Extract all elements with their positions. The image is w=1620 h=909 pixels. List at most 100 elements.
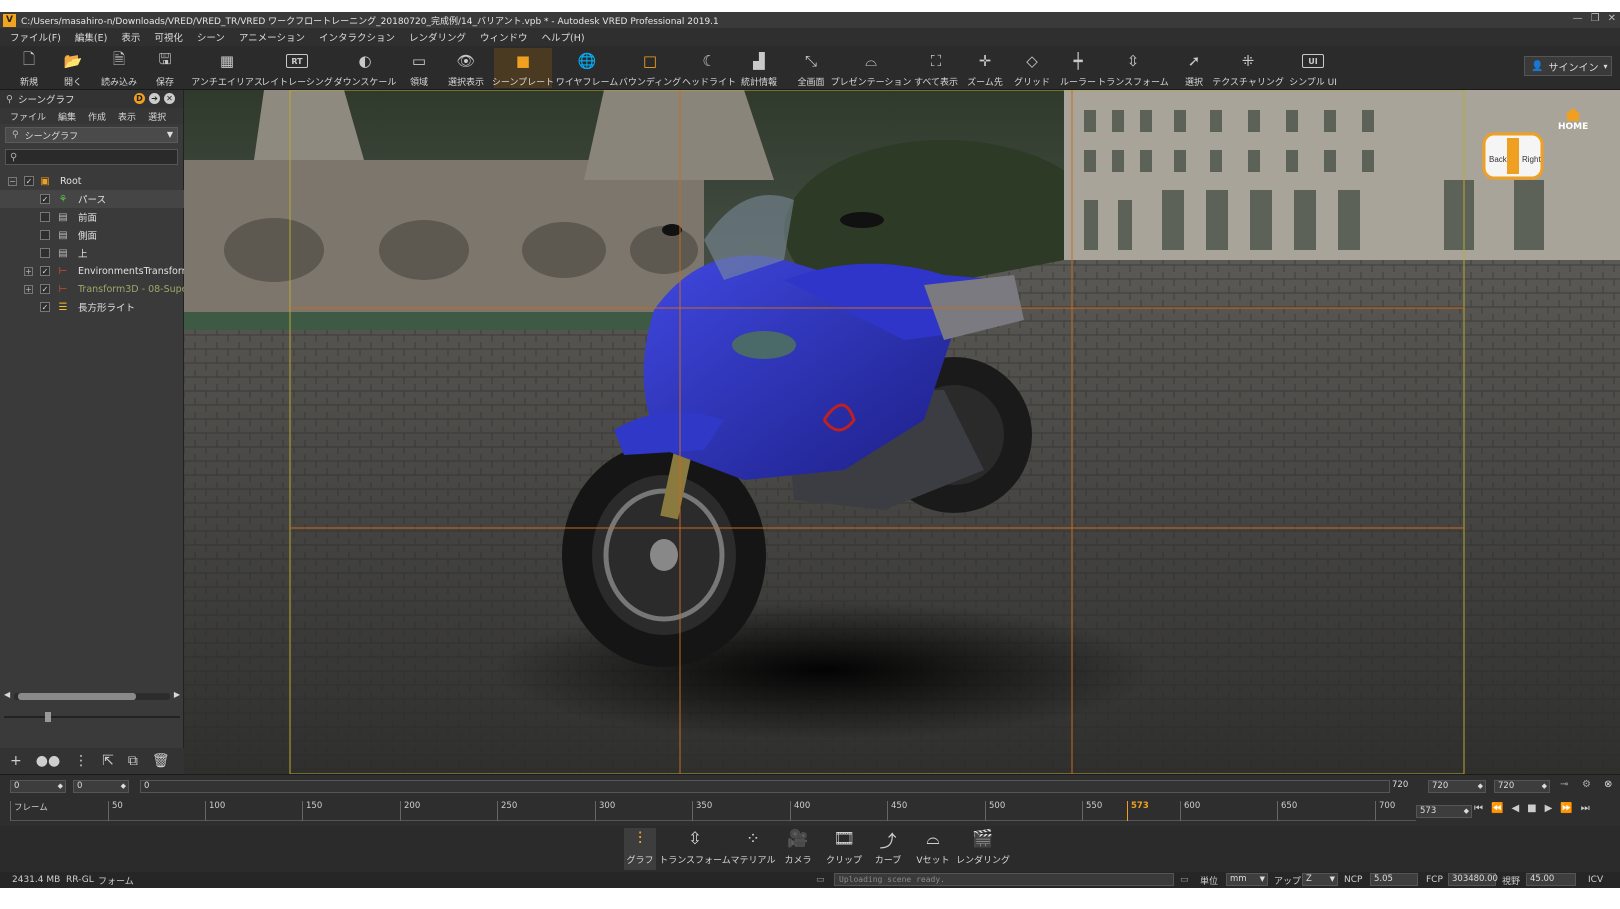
import-button[interactable]: 🗎 読み込み (98, 48, 140, 89)
ncp-field[interactable]: 5.05 (1370, 873, 1418, 886)
home-button[interactable]: HOME (1558, 108, 1588, 132)
tree-node-transform3d[interactable]: + ✓ ⊢ Transform3D - 08-Supe (0, 280, 184, 298)
forward-icon[interactable]: ➔ (149, 93, 160, 104)
zoom-to-button[interactable]: ✛ ズーム先 (966, 48, 1004, 88)
visibility-checkbox[interactable]: ✓ (40, 284, 50, 294)
menu-animation[interactable]: アニメーション (239, 30, 305, 44)
texturing-button[interactable]: ⁜ テクスチャリング (1212, 48, 1284, 88)
message-expand-icon[interactable]: ▭ (1180, 875, 1189, 885)
module-material[interactable]: ⁘ マテリアル (731, 828, 776, 870)
expand-toggle[interactable]: + (24, 266, 33, 276)
collapse-toggle[interactable]: − (8, 176, 17, 186)
menu-rendering[interactable]: レンダリング (409, 30, 466, 44)
visibility-checkbox[interactable] (40, 212, 50, 222)
fcp-field[interactable]: 303480.00 (1448, 873, 1498, 886)
tree-node-environments[interactable]: + ✓ ⊢ EnvironmentsTransform (0, 262, 184, 280)
frame-scrubber[interactable]: 0 (140, 780, 1390, 793)
module-transform[interactable]: ⇳ トランスフォーム (659, 828, 731, 870)
stop-icon[interactable]: ■ (1527, 803, 1536, 814)
tree-node-rect-light[interactable]: ✓ ☰ 長方形ライト (0, 298, 184, 316)
current-frame-marker[interactable]: 573 (1127, 801, 1149, 821)
scroll-thumb[interactable] (18, 693, 136, 700)
transform-node-icon[interactable]: ⇱ (102, 753, 114, 769)
module-vset[interactable]: ⌓ Vセット (916, 828, 950, 870)
select-button[interactable]: ➚ 選択 (1182, 48, 1206, 88)
dock-icon[interactable]: D (134, 93, 145, 104)
simple-ui-button[interactable]: UI シンプル UI (1288, 48, 1338, 88)
next-key-icon[interactable]: ⏩ (1560, 803, 1572, 814)
loop-icon[interactable]: ⊸ (1560, 779, 1568, 790)
expand-toggle[interactable]: + (24, 284, 33, 294)
in-frame-field[interactable]: 0 ◆ (73, 780, 129, 793)
module-camera[interactable]: 🎥 カメラ (782, 828, 814, 870)
transform-button[interactable]: ⇳ トランスフォーム (1097, 48, 1169, 88)
visibility-checkbox[interactable]: ✓ (40, 266, 50, 276)
close-timeline-icon[interactable]: ⊗ (1604, 779, 1612, 790)
show-all-button[interactable]: ⛶ すべて表示 (914, 48, 958, 88)
module-graph[interactable]: ⫶ グラフ (624, 828, 656, 870)
sg-menu-select[interactable]: 選択 (148, 110, 166, 123)
tree-node-root[interactable]: − ✓ ▣ Root (0, 172, 184, 190)
menu-view[interactable]: 表示 (121, 30, 140, 44)
last-frame-icon[interactable]: ⏭ (1581, 803, 1590, 814)
menu-window[interactable]: ウィンドウ (480, 30, 528, 44)
icv-label[interactable]: ICV (1588, 875, 1603, 885)
scenegraph-search-input[interactable]: ⚲ (5, 149, 178, 165)
bounding-button[interactable]: □ バウンディング (619, 48, 681, 88)
end-frame-field-b[interactable]: 720 ◆ (1494, 780, 1550, 793)
tree-node-perspective[interactable]: ✓ ⚘ パース (0, 190, 184, 208)
scenegraph-zoom-slider[interactable] (4, 712, 180, 722)
sg-menu-edit[interactable]: 編集 (58, 110, 76, 123)
slider-knob[interactable] (45, 712, 51, 722)
view-cube-right[interactable]: Right (1522, 155, 1541, 164)
view-cube-back[interactable]: Back (1489, 155, 1508, 164)
view-cube-edge[interactable] (1507, 138, 1519, 174)
visibility-checkbox[interactable]: ✓ (24, 176, 34, 186)
sg-menu-file[interactable]: ファイル (10, 110, 46, 123)
start-frame-field[interactable]: 0 ◆ (10, 780, 66, 793)
module-rendering[interactable]: 🎬 レンダリング (956, 828, 1010, 870)
visibility-checkbox[interactable]: ✓ (40, 194, 50, 204)
menu-interaction[interactable]: インタラクション (319, 30, 395, 44)
ruler-button[interactable]: ┿ ルーラー (1058, 48, 1098, 88)
sceneplate-button[interactable]: ■ シーンプレート (492, 48, 554, 88)
close-panel-icon[interactable]: ✕ (164, 93, 175, 104)
save-button[interactable]: 🖫 保存 (150, 48, 180, 89)
wireframe-button[interactable]: 🌐 ワイヤフレーム (556, 48, 618, 88)
menu-edit[interactable]: 編集(E) (75, 30, 107, 44)
tree-node-side[interactable]: ▤ 側面 (0, 226, 184, 244)
minimize-icon[interactable]: — (1573, 13, 1583, 24)
current-frame-field[interactable]: 573 ◆ (1416, 805, 1472, 818)
presentation-button[interactable]: ⌓ プレゼンテーション (831, 48, 912, 88)
downscale-button[interactable]: ◐ ダウンスケール (334, 48, 397, 88)
trash-icon[interactable]: 🗑 (152, 753, 170, 769)
scenegraph-hscroll[interactable]: ◀ ▶ (4, 690, 180, 702)
play-reverse-icon[interactable]: ◀ (1511, 803, 1519, 814)
sg-menu-view[interactable]: 表示 (118, 110, 136, 123)
menu-scene[interactable]: シーン (197, 30, 225, 44)
antialias-button[interactable]: ▦ アンチエイリアス (191, 48, 263, 88)
statistics-button[interactable]: ▟ 統計情報 (738, 48, 780, 88)
selection-view-button[interactable]: 👁 選択表示 (444, 48, 488, 88)
menu-file[interactable]: ファイル(F) (10, 30, 61, 44)
tree-node-front[interactable]: ▤ 前面 (0, 208, 184, 226)
up-axis-select[interactable]: Z ▼ (1302, 873, 1338, 886)
fullscreen-button[interactable]: ⤡ 全画面 (794, 48, 828, 88)
tree-node-top[interactable]: ▤ 上 (0, 244, 184, 262)
scroll-left-icon[interactable]: ◀ (4, 690, 10, 699)
menu-visualization[interactable]: 可視化 (154, 30, 183, 44)
scroll-right-icon[interactable]: ▶ (174, 690, 180, 699)
menu-help[interactable]: ヘルプ(H) (542, 30, 585, 44)
headlight-button[interactable]: ☾ ヘッドライト (682, 48, 736, 88)
visibility-checkbox[interactable] (40, 230, 50, 240)
prev-key-icon[interactable]: ⏪ (1491, 803, 1503, 814)
sg-menu-create[interactable]: 作成 (88, 110, 106, 123)
new-button[interactable]: 🗋 新規 (14, 48, 44, 89)
fov-field[interactable]: 45.00 (1526, 873, 1576, 886)
settings-icon[interactable]: ⚙ (1582, 779, 1591, 790)
clone-icon[interactable]: ⧉ (128, 753, 138, 769)
render-viewport[interactable] (184, 90, 1620, 774)
region-button[interactable]: ▭ 領域 (404, 48, 434, 88)
close-icon[interactable]: ✕ (1608, 13, 1616, 24)
grid-button[interactable]: ◇ グリッド (1014, 48, 1050, 88)
